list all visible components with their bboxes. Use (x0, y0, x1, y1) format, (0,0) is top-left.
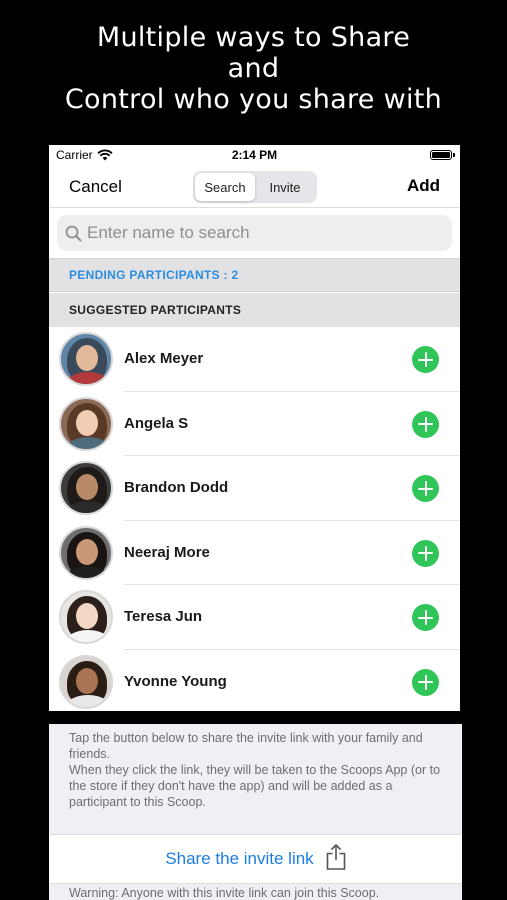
status-time: 2:14 PM (231, 148, 278, 162)
share-invite-link-button[interactable]: Share the invite link (49, 834, 462, 884)
share-icon (326, 844, 345, 870)
tab-search[interactable]: Search (195, 173, 255, 201)
invite-warning: Warning: Anyone with this invite link ca… (69, 886, 380, 900)
participant-row[interactable]: Teresa Jun (49, 585, 460, 650)
promo-headline: Multiple ways to Share and Control who y… (0, 22, 507, 115)
invite-info-line-1: Tap the button below to share the invite… (69, 731, 423, 761)
participant-name: Alex Meyer (124, 350, 204, 367)
invite-instructions: Tap the button below to share the invite… (69, 730, 449, 810)
participants-list: Alex Meyer Angela S Brandon Dodd Neeraj … (49, 327, 460, 711)
invite-panel: Tap the button below to share the invite… (49, 724, 462, 900)
battery-icon (430, 150, 455, 160)
search-invite-segmented-control: Search Invite (193, 171, 317, 203)
participant-name: Brandon Dodd (124, 479, 229, 497)
avatar (59, 461, 113, 516)
search-icon (65, 225, 82, 241)
headline-line-2: and (227, 53, 280, 84)
phone-screen: Carrier 2:14 PM Cancel Search Invite Add… (49, 145, 460, 711)
add-participant-icon[interactable] (412, 539, 439, 567)
avatar (59, 525, 113, 580)
participant-row[interactable]: Brandon Dodd (49, 456, 460, 521)
cancel-button[interactable]: Cancel (69, 177, 122, 197)
headline-line-3: Control who you share with (64, 84, 443, 115)
add-participant-icon[interactable] (412, 604, 439, 632)
participant-row[interactable]: Alex Meyer (49, 327, 460, 392)
suggested-participants-header: SUGGESTED PARTICIPANTS (49, 293, 460, 327)
add-participant-icon[interactable] (412, 346, 439, 373)
status-bar: Carrier 2:14 PM (49, 145, 460, 165)
participant-name: Teresa Jun (124, 608, 203, 626)
search-bar (57, 215, 452, 251)
search-input[interactable] (87, 223, 427, 243)
participant-row[interactable]: Yvonne Young (49, 650, 460, 711)
avatar (59, 590, 113, 645)
headline-line-1: Multiple ways to Share (96, 22, 411, 53)
add-participant-icon[interactable] (412, 410, 439, 438)
tab-invite[interactable]: Invite (255, 173, 315, 201)
add-button[interactable]: Add (407, 176, 440, 196)
avatar (59, 654, 113, 709)
navigation-bar: Cancel Search Invite Add (49, 167, 460, 208)
participant-row[interactable]: Angela S (49, 392, 460, 457)
add-participant-icon[interactable] (412, 475, 439, 503)
avatar (59, 396, 113, 451)
participant-name: Neeraj More (124, 543, 210, 561)
avatar (59, 332, 113, 386)
participant-name: Yvonne Young (124, 672, 227, 690)
participant-name: Angela S (124, 414, 189, 432)
participant-row[interactable]: Neeraj More (49, 521, 460, 586)
pending-participants-header[interactable]: PENDING PARTICIPANTS : 2 (49, 258, 460, 292)
share-invite-link-label: Share the invite link (165, 849, 314, 868)
invite-info-line-2: When they click the link, they will be t… (69, 763, 441, 809)
add-participant-icon[interactable] (412, 668, 439, 696)
